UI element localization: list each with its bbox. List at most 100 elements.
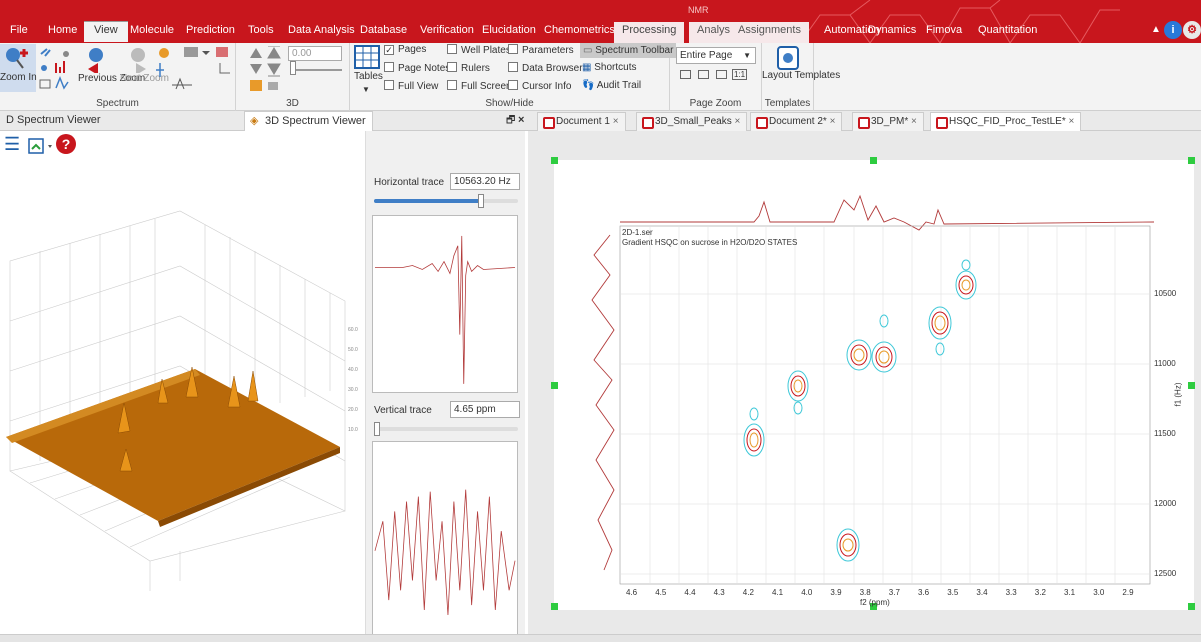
tab-home[interactable]: Home [44, 22, 81, 43]
3d-surface-plot: 60.0 50.0 40.0 30.0 20.0 10.0 [6, 210, 358, 591]
full-screen-checkbox[interactable]: Full Screen [447, 80, 512, 92]
x-tick-label: 3.7 [888, 588, 900, 597]
doc-tab-3d-pm[interactable]: 3D_PM* × [852, 112, 924, 131]
x-tick-label: 3.2 [1034, 588, 1046, 597]
spectrum-tools-icon[interactable] [38, 46, 74, 90]
settings-icon[interactable]: ⚙ [1183, 21, 1201, 39]
previous-zoom-label[interactable]: Previous Zoom [78, 74, 145, 84]
vertical-trace-plot [372, 441, 518, 637]
tab-data-analysis[interactable]: Data Analysis [284, 22, 359, 43]
x-tick-label: 2.9 [1122, 588, 1134, 597]
well-plates-checkbox[interactable]: Well Plates [447, 44, 511, 56]
layout-templates-button[interactable]: Layout Templates [762, 71, 840, 81]
spectrum-filename: 2D-1.ser [622, 228, 653, 237]
spectrum-display-icons[interactable] [154, 45, 234, 91]
3d-spectrum-view[interactable]: ☰ ? 60.0 50.0 40.0 30.0 20.0 10.0 [0, 131, 365, 642]
y-axis-label: f1 (Hz) [1173, 382, 1183, 407]
tab-elucidation[interactable]: Elucidation [478, 22, 540, 43]
tab-fimova[interactable]: Fimova [922, 22, 966, 43]
shortcuts-button[interactable]: ▦ Shortcuts [582, 62, 636, 73]
rulers-checkbox[interactable]: Rulers [447, 62, 490, 74]
tab-processing[interactable]: Processing [614, 22, 685, 43]
tables-dropdown-icon[interactable]: ▼ [362, 85, 370, 94]
tables-icon[interactable] [354, 45, 380, 69]
zoom-in-button[interactable] [0, 44, 36, 92]
tab-tools[interactable]: Tools [244, 22, 278, 43]
tab-prediction[interactable]: Prediction [182, 22, 239, 43]
tab-file[interactable]: File [6, 22, 32, 43]
collapse-ribbon-icon[interactable]: ▲ [1147, 21, 1165, 39]
audit-trail-button[interactable]: 👣 Audit Trail [582, 80, 641, 91]
svg-text:20.0: 20.0 [348, 407, 358, 413]
vertical-trace-label: Vertical trace [374, 405, 432, 416]
export-image-icon[interactable] [28, 137, 60, 155]
3d-slider-thumb[interactable] [290, 61, 296, 75]
3d-viewer-tab[interactable]: ◈ 3D Spectrum Viewer [244, 111, 373, 131]
x-tick-label: 4.6 [626, 588, 638, 597]
x-tick-label: 4.0 [801, 588, 813, 597]
x-tick-label: 4.1 [772, 588, 784, 597]
group-spectrum: Zoom In Previous Zoom Next Zoom Spectrum [0, 43, 236, 111]
group-label-templates: Templates [764, 98, 811, 109]
x-tick-label: 4.3 [713, 588, 725, 597]
fit-page-icon[interactable] [716, 70, 727, 79]
x-tick-label: 3.0 [1093, 588, 1105, 597]
spectrum-description: Gradient HSQC on sucrose in H2O/D2O STAT… [622, 238, 798, 247]
svg-text:60.0: 60.0 [348, 327, 358, 333]
page-notes-checkbox[interactable]: Page Notes [384, 62, 450, 74]
next-zoom-icon[interactable] [124, 47, 152, 73]
full-view-checkbox[interactable]: Full View [384, 80, 438, 92]
tab-verification[interactable]: Verification [416, 22, 478, 43]
cursor-info-checkbox[interactable]: Cursor Info [508, 80, 571, 92]
x-tick-label: 3.9 [830, 588, 842, 597]
tab-quantitation[interactable]: Quantitation [974, 22, 1041, 43]
menu-icon[interactable]: ☰ [4, 135, 20, 153]
ribbon-view: Zoom In Previous Zoom Next Zoom Spectrum [0, 43, 1201, 111]
tab-database[interactable]: Database [356, 22, 411, 43]
close-pane-icon[interactable]: × [512, 111, 530, 131]
previous-zoom-icon[interactable] [82, 47, 112, 73]
tab-dynamics[interactable]: Dynamics [864, 22, 920, 43]
vertical-trace-input[interactable]: 4.65 ppm [450, 401, 520, 418]
fit-width-icon[interactable] [680, 70, 691, 79]
doc-tab-document-1[interactable]: Document 1 × [537, 112, 626, 131]
layout-templates-icon[interactable] [777, 46, 799, 70]
data-browser-checkbox[interactable]: Data Browser [508, 62, 583, 74]
context-label: NMR [688, 5, 709, 15]
parameters-checkbox[interactable]: Parameters [508, 44, 574, 56]
doc-tab-3d-small-peaks[interactable]: 3D_Small_Peaks × [636, 112, 748, 131]
horizontal-trace-slider[interactable] [374, 194, 518, 208]
x-tick-label: 3.6 [918, 588, 930, 597]
spectrum-toolbar-button[interactable]: ▭ Spectrum Toolbar [580, 43, 677, 58]
pane-header-bar: D Spectrum Viewer ◈ 3D Spectrum Viewer 🗗… [0, 111, 1201, 131]
tab-assignments[interactable]: Assignments [730, 22, 809, 43]
y-tick-label: 11500 [1154, 429, 1176, 438]
3d-value-input[interactable]: 0.00 [288, 46, 342, 61]
3d-slider-track[interactable] [292, 69, 342, 71]
tables-label[interactable]: Tables [354, 71, 383, 82]
svg-text:50.0: 50.0 [348, 347, 358, 353]
page-zoom-select[interactable]: Entire Page ▼ [676, 47, 756, 64]
pages-checkbox[interactable]: ✓ Pages [384, 44, 426, 55]
info-icon[interactable]: i [1164, 21, 1182, 39]
group-3d: 0.00 3D [236, 43, 350, 111]
y-tick-label: 12000 [1154, 499, 1177, 508]
zoom-in-label: Zoom In [0, 72, 37, 83]
x-tick-label: 3.3 [1005, 588, 1017, 597]
doc-tab-hsqc[interactable]: HSQC_FID_Proc_TestLE* × [930, 112, 1082, 131]
doc-tab-document-2[interactable]: Document 2* × [750, 112, 843, 131]
status-bar [0, 634, 1201, 642]
horizontal-trace-input[interactable]: 10563.20 Hz [450, 173, 520, 190]
fit-height-icon[interactable] [698, 70, 709, 79]
3d-rotate-icons[interactable] [248, 46, 286, 92]
tab-chemometrics[interactable]: Chemometrics [540, 22, 619, 43]
help-icon[interactable]: ? [56, 134, 76, 154]
ribbon-tab-bar: NMR File Home View Molecule Prediction T… [0, 0, 1201, 43]
tab-molecule[interactable]: Molecule [126, 22, 178, 43]
vertical-trace-slider[interactable] [374, 422, 518, 436]
tab-view[interactable]: View [84, 21, 128, 42]
x-tick-label: 3.8 [859, 588, 871, 597]
y-tick-label: 10500 [1154, 289, 1177, 298]
one-to-one-button[interactable]: 1:1 [732, 69, 748, 80]
document-page[interactable]: 2D-1.ser Gradient HSQC on sucrose in H2O… [551, 157, 1195, 610]
